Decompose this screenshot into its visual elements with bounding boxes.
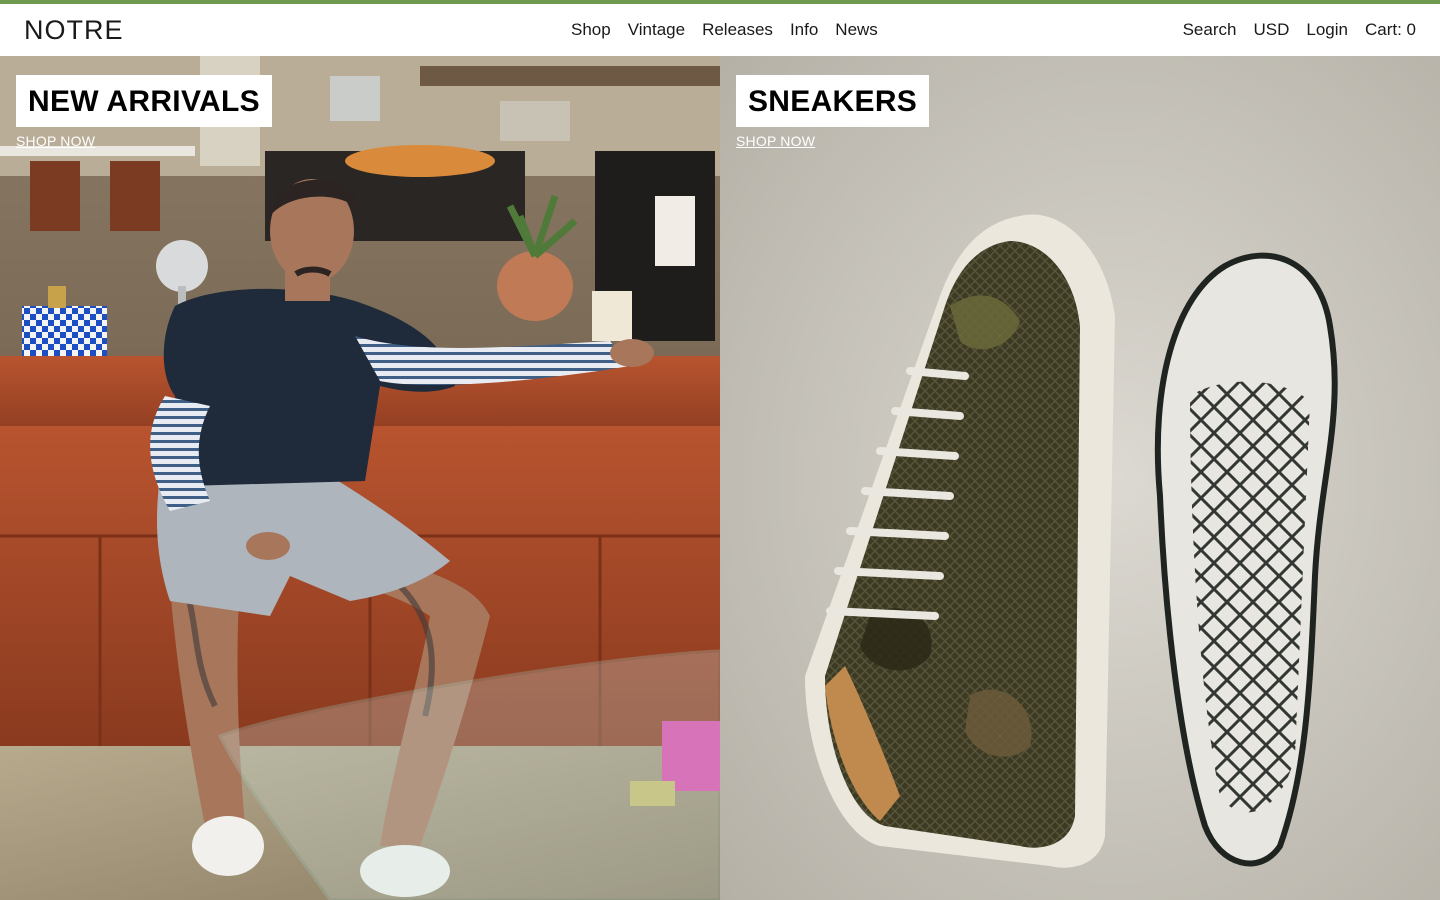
search-link[interactable]: Search: [1183, 20, 1237, 40]
nav-info[interactable]: Info: [790, 20, 818, 40]
sneakers-title: SNEAKERS: [736, 75, 930, 127]
sneakers-panel[interactable]: SNEAKERS SHOP NOW: [720, 56, 1440, 900]
nav-news[interactable]: News: [835, 20, 878, 40]
new-arrivals-photo: [0, 56, 720, 900]
login-link[interactable]: Login: [1306, 20, 1348, 40]
utility-nav: Search USD Login Cart: 0: [1183, 20, 1416, 40]
new-arrivals-title: NEW ARRIVALS: [16, 75, 272, 127]
nav-shop[interactable]: Shop: [571, 20, 611, 40]
sneakers-photo: [720, 56, 1440, 900]
nav-releases[interactable]: Releases: [702, 20, 773, 40]
sneakers-shop-now-link[interactable]: SHOP NOW: [736, 133, 815, 149]
cart-link[interactable]: Cart: 0: [1365, 20, 1416, 40]
main-nav: Shop Vintage Releases Info News: [571, 20, 878, 40]
new-arrivals-panel[interactable]: NEW ARRIVALS SHOP NOW: [0, 56, 720, 900]
nav-vintage[interactable]: Vintage: [628, 20, 685, 40]
site-logo[interactable]: NOTRE: [24, 15, 124, 46]
new-arrivals-shop-now-link[interactable]: SHOP NOW: [16, 133, 95, 149]
currency-selector[interactable]: USD: [1253, 20, 1289, 40]
site-header: NOTRE Shop Vintage Releases Info News Se…: [0, 4, 1440, 56]
